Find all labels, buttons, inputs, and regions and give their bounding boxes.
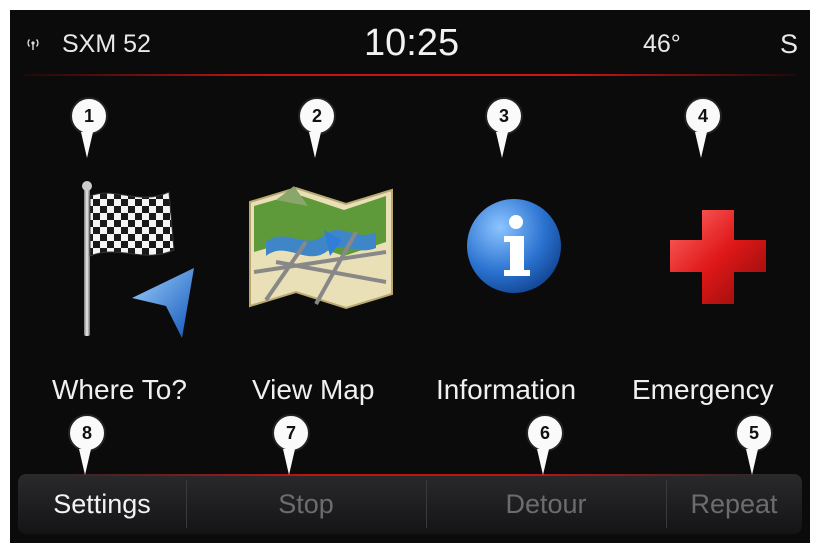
bottom-bar-accent-line xyxy=(70,474,750,476)
bottom-button-bar: Settings Stop Detour Repeat xyxy=(18,474,802,534)
status-divider xyxy=(24,74,796,76)
menu-view-map[interactable]: View Map xyxy=(246,178,426,418)
callout-5: 5 xyxy=(735,414,773,452)
outside-temperature: 46° xyxy=(643,30,681,58)
clock: 10:25 xyxy=(364,22,460,64)
repeat-button[interactable]: Repeat xyxy=(666,474,802,534)
detour-button[interactable]: Detour xyxy=(426,474,666,534)
menu-emergency-label: Emergency xyxy=(632,374,774,405)
callout-3: 3 xyxy=(485,97,523,135)
callout-8: 8 xyxy=(68,414,106,452)
callout-4-pointer xyxy=(695,132,707,158)
callout-8-pointer xyxy=(79,449,91,475)
menu-emergency[interactable]: Emergency xyxy=(632,178,810,418)
settings-button[interactable]: Settings xyxy=(18,474,186,534)
callout-6: 6 xyxy=(526,414,564,452)
red-cross-icon xyxy=(670,210,766,304)
stop-button[interactable]: Stop xyxy=(186,474,426,534)
callout-6-pointer xyxy=(537,449,549,475)
menu-information-label: Information xyxy=(436,374,577,405)
callout-5-pointer xyxy=(746,449,758,475)
callout-2-pointer xyxy=(309,132,321,158)
menu-where-to[interactable]: Where To? xyxy=(44,178,224,418)
compass-heading: S xyxy=(780,29,799,59)
radio-signal-icon xyxy=(27,39,39,50)
callout-1-pointer xyxy=(81,132,93,158)
menu-information[interactable]: Information xyxy=(436,178,616,418)
nav-screen: SXM 52 10:25 46° S 1 2 3 4 Where To? Vie… xyxy=(10,10,810,543)
callout-1: 1 xyxy=(70,97,108,135)
info-icon xyxy=(467,199,561,293)
radio-station[interactable]: SXM 52 xyxy=(62,30,151,59)
status-bar: SXM 52 10:25 46° S xyxy=(10,10,810,76)
checkered-flag-icon xyxy=(82,181,194,338)
menu-view-map-label: View Map xyxy=(252,374,375,405)
callout-2: 2 xyxy=(298,97,336,135)
map-icon xyxy=(249,186,393,310)
callout-4: 4 xyxy=(684,97,722,135)
callout-7-pointer xyxy=(283,449,295,475)
callout-3-pointer xyxy=(496,132,508,158)
callout-7: 7 xyxy=(272,414,310,452)
menu-where-to-label: Where To? xyxy=(52,374,187,405)
